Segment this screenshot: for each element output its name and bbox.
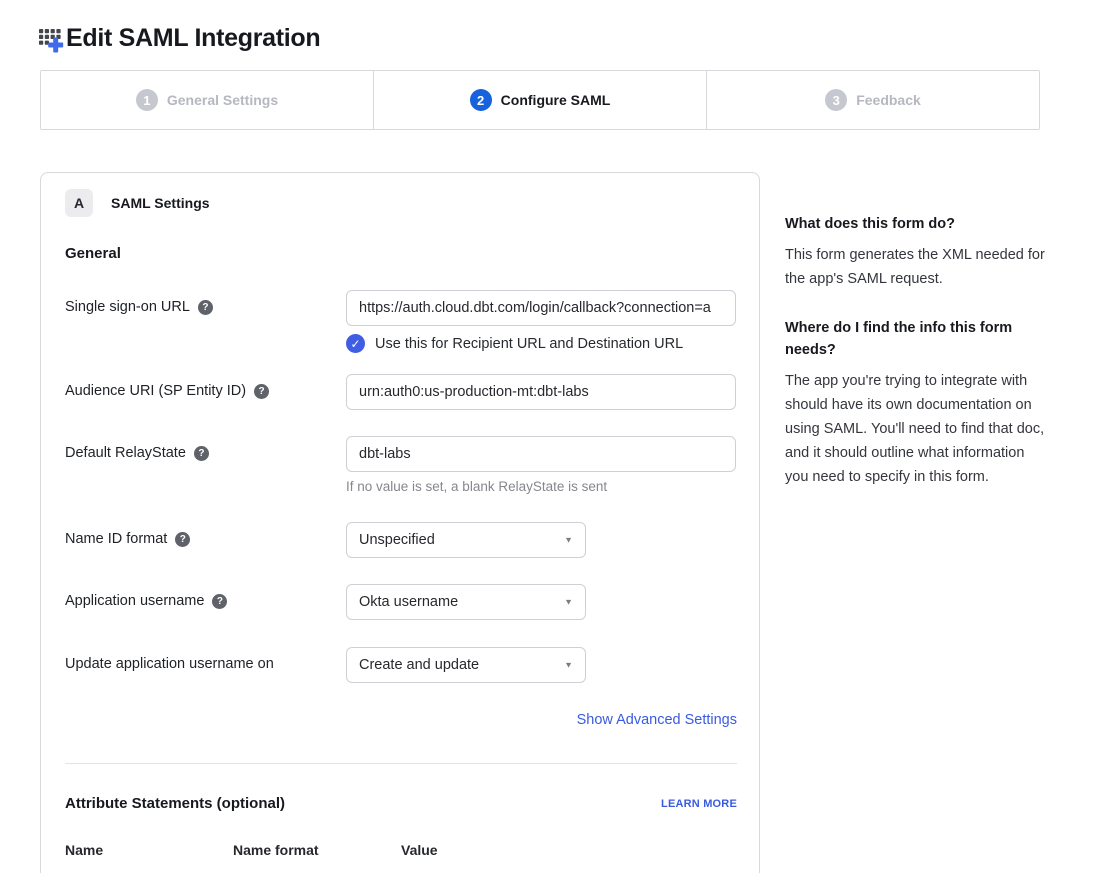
help-body: The app you're trying to integrate with … (785, 369, 1045, 489)
relay-state-label: Default RelayState (65, 445, 186, 461)
name-id-format-row: Name ID format ? Unspecified ▼ (65, 522, 735, 558)
application-username-row: Application username ? Okta username ▼ (65, 584, 735, 620)
application-username-select[interactable]: Okta username ▼ (346, 584, 586, 620)
column-header-name-format: Name format (233, 842, 401, 858)
help-body: This form generates the XML needed for t… (785, 243, 1045, 291)
relay-state-label-wrap: Default RelayState ? (65, 436, 346, 461)
application-username-control: Okta username ▼ (346, 584, 735, 620)
update-username-value: Create and update (359, 657, 479, 673)
relay-state-row: Default RelayState ? If no value is set,… (65, 436, 735, 494)
show-advanced-settings-link[interactable]: Show Advanced Settings (577, 712, 737, 728)
step-configure-saml[interactable]: 2 Configure SAML (374, 71, 707, 129)
update-username-label-wrap: Update application username on (65, 647, 346, 672)
step-1-number: 1 (136, 89, 158, 111)
help-sidebar: What does this form do? This form genera… (785, 213, 1045, 515)
section-header: A SAML Settings (65, 189, 735, 217)
audience-uri-label: Audience URI (SP Entity ID) (65, 383, 246, 399)
page-title: Edit SAML Integration (66, 24, 320, 53)
chevron-down-icon: ▼ (564, 661, 573, 670)
name-id-format-select[interactable]: Unspecified ▼ (346, 522, 586, 558)
section-title: SAML Settings (111, 195, 210, 211)
relay-state-helper: If no value is set, a blank RelayState i… (346, 479, 736, 494)
help-heading: What does this form do? (785, 213, 1045, 235)
step-1-label: General Settings (167, 92, 278, 108)
audience-uri-row: Audience URI (SP Entity ID) ? (65, 374, 735, 410)
application-username-label: Application username (65, 593, 204, 609)
step-2-number: 2 (470, 89, 492, 111)
sso-url-control: ✓ Use this for Recipient URL and Destina… (346, 290, 736, 353)
audience-uri-help-icon[interactable]: ? (254, 384, 269, 399)
name-id-format-help-icon[interactable]: ? (175, 532, 190, 547)
audience-uri-control (346, 374, 736, 410)
update-username-row: Update application username on Create an… (65, 647, 735, 683)
relay-state-control: If no value is set, a blank RelayState i… (346, 436, 736, 494)
help-section-what: What does this form do? This form genera… (785, 213, 1045, 291)
attribute-statements-header: Attribute Statements (optional) LEARN MO… (65, 795, 737, 812)
application-username-help-icon[interactable]: ? (212, 594, 227, 609)
advanced-settings-row: Show Advanced Settings (65, 711, 737, 729)
recipient-checkbox-row: ✓ Use this for Recipient URL and Destina… (346, 334, 736, 353)
recipient-checkbox-label: Use this for Recipient URL and Destinati… (375, 336, 683, 352)
column-header-value: Value (401, 842, 737, 858)
page-header: Edit SAML Integration (38, 24, 320, 53)
use-recipient-checkbox[interactable]: ✓ (346, 334, 365, 353)
application-username-value: Okta username (359, 594, 458, 610)
step-3-number: 3 (825, 89, 847, 111)
wizard-steps: 1 General Settings 2 Configure SAML 3 Fe… (40, 70, 1040, 130)
grid-plus-app-icon (38, 25, 64, 53)
name-id-format-control: Unspecified ▼ (346, 522, 735, 558)
update-username-control: Create and update ▼ (346, 647, 735, 683)
name-id-format-value: Unspecified (359, 532, 435, 548)
chevron-down-icon: ▼ (564, 598, 573, 607)
update-username-select[interactable]: Create and update ▼ (346, 647, 586, 683)
chevron-down-icon: ▼ (564, 536, 573, 545)
attribute-table-header: Name Name format Value (65, 842, 737, 858)
sso-url-label: Single sign-on URL (65, 299, 190, 315)
help-section-where: Where do I find the info this form needs… (785, 317, 1045, 489)
step-general-settings[interactable]: 1 General Settings (41, 71, 374, 129)
sso-url-help-icon[interactable]: ? (198, 300, 213, 315)
saml-settings-panel: A SAML Settings General Single sign-on U… (40, 172, 760, 873)
step-feedback[interactable]: 3 Feedback (707, 71, 1039, 129)
sso-url-label-wrap: Single sign-on URL ? (65, 290, 346, 315)
step-3-label: Feedback (856, 92, 921, 108)
edit-saml-integration-page: Edit SAML Integration 1 General Settings… (0, 0, 1118, 873)
name-id-format-label: Name ID format (65, 531, 167, 547)
help-heading: Where do I find the info this form needs… (785, 317, 1045, 361)
audience-uri-input[interactable] (346, 374, 736, 410)
section-badge: A (65, 189, 93, 217)
name-id-format-label-wrap: Name ID format ? (65, 522, 346, 547)
sso-url-row: Single sign-on URL ? ✓ Use this for Reci… (65, 290, 735, 353)
general-heading: General (65, 245, 735, 262)
section-divider (65, 763, 737, 764)
application-username-label-wrap: Application username ? (65, 584, 346, 609)
step-2-label: Configure SAML (501, 92, 611, 108)
attribute-statements-heading: Attribute Statements (optional) (65, 795, 285, 812)
relay-state-help-icon[interactable]: ? (194, 446, 209, 461)
learn-more-link[interactable]: LEARN MORE (661, 798, 737, 810)
column-header-name: Name (65, 842, 233, 858)
update-username-label: Update application username on (65, 656, 274, 672)
audience-uri-label-wrap: Audience URI (SP Entity ID) ? (65, 374, 346, 399)
relay-state-input[interactable] (346, 436, 736, 472)
sso-url-input[interactable] (346, 290, 736, 326)
